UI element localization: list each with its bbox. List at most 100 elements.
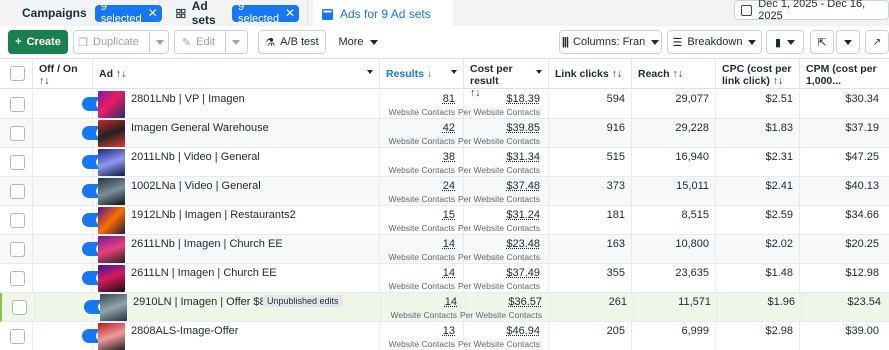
date-range-picker[interactable]: Dec 1, 2025 - Dec 16, 2025 bbox=[734, 0, 889, 22]
table-row[interactable]: 1002LNa | Video | General 24 Website Conta… bbox=[0, 177, 889, 206]
results-value[interactable]: 14 bbox=[443, 238, 455, 250]
table-row[interactable]: Imagen General Warehouse 42 Website Contac… bbox=[0, 119, 889, 148]
table-row[interactable]: 2808ALS-Image-Offer 13 Website Contacts $46… bbox=[0, 322, 889, 350]
ad-name-link[interactable]: 2808ALS-Image-Offer bbox=[131, 325, 238, 337]
results-value[interactable]: 24 bbox=[443, 180, 455, 192]
ad-thumbnail[interactable] bbox=[100, 294, 127, 321]
reach-cell: 23,635 bbox=[632, 264, 716, 292]
tab-ads[interactable]: Ads for 9 Ad sets bbox=[313, 0, 453, 28]
view-options-button[interactable] bbox=[836, 30, 860, 54]
row-checkbox[interactable] bbox=[10, 184, 25, 199]
ad-sets-selected-badge[interactable]: 9 selected ✕ bbox=[231, 1, 299, 25]
row-checkbox[interactable] bbox=[10, 242, 25, 257]
results-value[interactable]: 14 bbox=[445, 296, 457, 308]
flask-icon: ⚗ bbox=[265, 36, 276, 49]
reports-button[interactable]: ▮ bbox=[766, 30, 804, 54]
ad-name-link[interactable]: 2611LNb | Imagen | Church EE bbox=[131, 238, 283, 250]
cost-type: Per Website Contacts bbox=[457, 136, 540, 146]
cost-per-result-value[interactable]: $37.49 bbox=[506, 267, 540, 279]
table-row[interactable]: 2910LN | Imagen | Offer $8699 Unpublished… bbox=[0, 293, 889, 322]
results-value[interactable]: 81 bbox=[443, 93, 455, 105]
create-label: Create bbox=[26, 36, 61, 48]
tab-ad-sets[interactable]: Ad sets 9 selected ✕ bbox=[168, 0, 308, 27]
ad-thumbnail[interactable] bbox=[98, 323, 125, 350]
ad-thumbnail[interactable] bbox=[98, 236, 125, 263]
results-value[interactable]: 14 bbox=[443, 267, 455, 279]
chevron-down-icon[interactable] bbox=[536, 70, 542, 74]
export-icon: ⇱ bbox=[817, 36, 827, 49]
campaigns-selected-badge[interactable]: 9 selected ✕ bbox=[94, 1, 162, 25]
ab-test-button[interactable]: ⚗ A/B test bbox=[258, 30, 326, 54]
results-value[interactable]: 15 bbox=[443, 209, 455, 221]
results-value[interactable]: 42 bbox=[443, 122, 455, 134]
charts-button[interactable]: ↗ bbox=[865, 30, 889, 54]
ad-name-link[interactable]: Imagen General Warehouse bbox=[131, 122, 269, 134]
edit-button[interactable]: ✎ Edit bbox=[174, 30, 248, 54]
results-cell: 13 Website Contacts bbox=[380, 322, 464, 350]
results-value[interactable]: 13 bbox=[443, 325, 455, 337]
row-checkbox[interactable] bbox=[12, 300, 27, 315]
ad-thumbnail[interactable] bbox=[98, 91, 125, 118]
header-cpm[interactable]: CPM (cost per 1,000... bbox=[800, 59, 889, 89]
row-checkbox[interactable] bbox=[10, 213, 25, 228]
table-row[interactable]: 1912LNb | Imagen | Restaurants2 15 Website… bbox=[0, 206, 889, 235]
cost-type: Per Website Contacts bbox=[457, 223, 540, 233]
chevron-down-icon[interactable] bbox=[367, 70, 373, 74]
ad-name-link[interactable]: 2011LNb | Video | General bbox=[131, 151, 260, 163]
header-cost-per-result[interactable]: Cost per result ↑↓ bbox=[464, 59, 549, 99]
header-cost-label: Cost per result bbox=[470, 63, 513, 87]
more-button[interactable]: More bbox=[333, 30, 383, 54]
ad-thumbnail[interactable] bbox=[98, 207, 125, 234]
cost-per-result-value[interactable]: $23.48 bbox=[506, 238, 540, 250]
row-checkbox[interactable] bbox=[10, 97, 25, 112]
ad-name-link[interactable]: 1912LNb | Imagen | Restaurants2 bbox=[131, 209, 296, 221]
results-value[interactable]: 38 bbox=[443, 151, 455, 163]
header-off-on[interactable]: Off / On ↑↓ bbox=[33, 59, 93, 89]
tab-campaigns[interactable]: Campaigns 9 selected ✕ bbox=[8, 0, 162, 26]
create-button[interactable]: + Create bbox=[8, 30, 68, 54]
columns-button[interactable]: ||| Columns: Fran bbox=[559, 30, 662, 54]
reach-value: 29,228 bbox=[675, 122, 709, 134]
cost-per-result-value[interactable]: $31.34 bbox=[506, 151, 540, 163]
breakdown-button[interactable]: ☰ Breakdown bbox=[667, 30, 762, 54]
cost-per-result-value[interactable]: $18.39 bbox=[506, 93, 540, 105]
header-cpc[interactable]: CPC (cost per link click) ↑↓ bbox=[716, 59, 800, 89]
ad-name-link[interactable]: 2801LNb | VP | Imagen bbox=[131, 93, 245, 105]
header-results[interactable]: Results ↓ bbox=[380, 59, 464, 89]
cpm-value: $23.54 bbox=[847, 296, 881, 308]
ad-thumbnail[interactable] bbox=[98, 149, 125, 176]
select-cell bbox=[0, 119, 33, 147]
cost-per-result-value[interactable]: $31.24 bbox=[506, 209, 540, 221]
cost-per-result-value[interactable]: $39.85 bbox=[506, 122, 540, 134]
table-row[interactable]: 2011LNb | Video | General 38 Website Conta… bbox=[0, 148, 889, 177]
clear-ad-sets-icon[interactable]: ✕ bbox=[285, 6, 295, 20]
chevron-down-icon[interactable] bbox=[451, 70, 457, 74]
cost-per-result-value[interactable]: $36.57 bbox=[508, 296, 542, 308]
duplicate-button[interactable]: ❐ Duplicate bbox=[73, 30, 169, 54]
ad-thumbnail[interactable] bbox=[98, 178, 125, 205]
link-clicks-value: 515 bbox=[606, 151, 625, 163]
export-button[interactable]: ⇱ bbox=[810, 30, 834, 54]
cost-cell: $31.24 Per Website Contacts bbox=[458, 206, 549, 234]
ad-name-link[interactable]: 2910LN | Imagen | Offer $8699 bbox=[133, 296, 284, 308]
row-checkbox[interactable] bbox=[10, 271, 25, 286]
clear-campaigns-icon[interactable]: ✕ bbox=[148, 6, 158, 20]
row-checkbox[interactable] bbox=[10, 155, 25, 170]
ad-name-link[interactable]: 1002LNa | Video | General bbox=[131, 180, 261, 192]
ad-name-link[interactable]: 2611LN | Imagen | Church EE bbox=[131, 267, 277, 279]
row-checkbox[interactable] bbox=[10, 126, 25, 141]
table-row[interactable]: 2801LNb | VP | Imagen 81 Website Contacts $… bbox=[0, 90, 889, 119]
cost-per-result-value[interactable]: $46.94 bbox=[506, 325, 540, 337]
table-row[interactable]: 2611LN | Imagen | Church EE 14 Website Con… bbox=[0, 264, 889, 293]
ad-thumbnail[interactable] bbox=[98, 120, 125, 147]
select-all-checkbox[interactable] bbox=[10, 66, 25, 81]
table-row[interactable]: 2611LNb | Imagen | Church EE 14 Website Co… bbox=[0, 235, 889, 264]
cost-per-result-value[interactable]: $37.48 bbox=[506, 180, 540, 192]
header-ad[interactable]: Ad ↑↓ bbox=[93, 59, 380, 89]
select-cell bbox=[0, 322, 33, 350]
header-link-clicks[interactable]: Link clicks ↑↓ bbox=[549, 59, 632, 89]
header-reach[interactable]: Reach ↑↓ bbox=[632, 59, 716, 89]
row-checkbox[interactable] bbox=[10, 329, 25, 344]
ad-thumbnail[interactable] bbox=[98, 265, 125, 292]
link-clicks-value: 163 bbox=[606, 238, 625, 250]
